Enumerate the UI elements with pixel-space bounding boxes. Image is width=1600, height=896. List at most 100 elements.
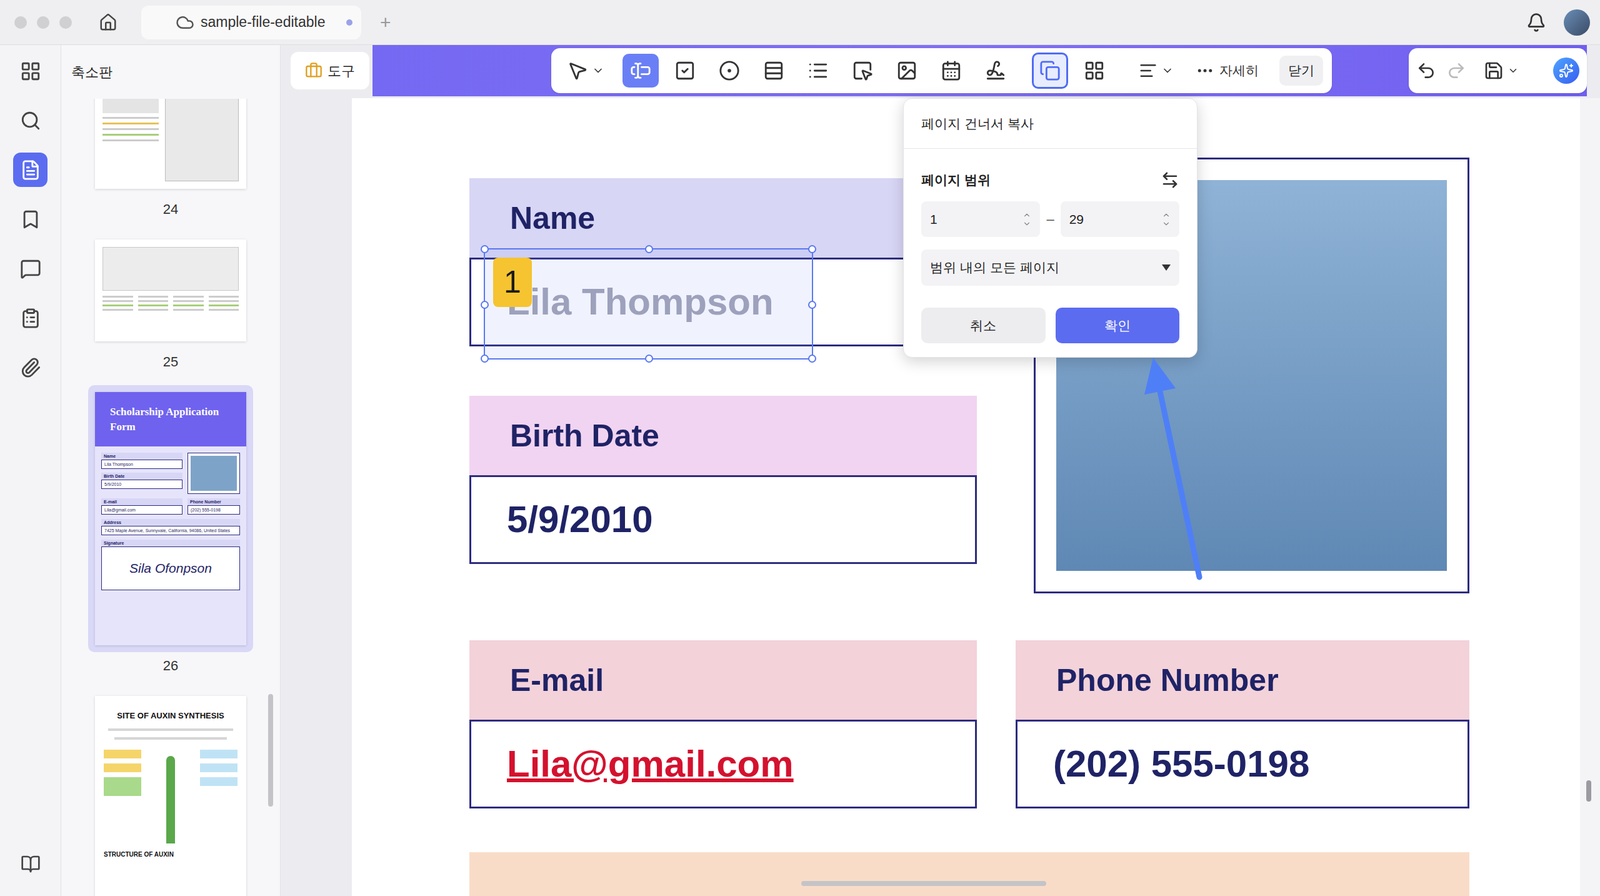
range-swap-icon[interactable] xyxy=(1160,170,1180,190)
image-icon xyxy=(896,60,918,82)
field-tool-button[interactable] xyxy=(711,53,748,88)
bell-icon[interactable] xyxy=(1526,12,1547,33)
resize-handle[interactable] xyxy=(645,354,654,363)
selection-box[interactable]: 1 xyxy=(483,248,814,360)
button-icon xyxy=(851,60,874,82)
resize-handle[interactable] xyxy=(480,354,489,363)
toolbar-band: 자세히 닫기 xyxy=(372,45,1587,97)
comment-icon xyxy=(20,258,42,280)
thumbnail-item[interactable]: SITE OF AUXIN SYNTHESISSTRUCTURE OF AUXI… xyxy=(88,688,254,896)
confirm-button[interactable]: 확인 xyxy=(1055,307,1180,344)
ai-assistant-button[interactable] xyxy=(1553,57,1580,84)
page-action-button[interactable] xyxy=(1076,52,1113,89)
thumb-photo xyxy=(187,452,240,494)
thumb-field: Phone Number(202) 555-0198 xyxy=(187,498,240,515)
text-field-icon xyxy=(630,60,652,82)
page-thumbnail[interactable]: SITE OF AUXIN SYNTHESISSTRUCTURE OF AUXI… xyxy=(95,695,247,896)
increment-icon[interactable] xyxy=(1022,210,1032,220)
vertical-scrollbar[interactable] xyxy=(1586,780,1592,802)
rail-button[interactable] xyxy=(13,300,48,335)
field-tool-button[interactable] xyxy=(622,53,659,88)
popup-title: 페이지 건너서 복사 xyxy=(921,113,1034,134)
field-tool-button[interactable] xyxy=(755,53,792,88)
cloud-icon xyxy=(175,13,195,32)
thumbnail-item[interactable]: 24 xyxy=(88,98,254,218)
field-input[interactable]: Lila@gmail.com xyxy=(469,719,977,809)
rail-button[interactable] xyxy=(13,201,48,237)
rail-button[interactable] xyxy=(13,103,48,138)
form-field: E-mail Lila@gmail.com xyxy=(469,640,977,809)
form-field: Phone Number(202) 555-0198 xyxy=(1015,640,1470,809)
save-button[interactable] xyxy=(1483,60,1519,81)
resize-handle[interactable] xyxy=(808,354,817,363)
title-bar: sample-file-editable + xyxy=(0,0,1600,45)
range-separator: – xyxy=(1046,208,1054,230)
field-tool-button[interactable] xyxy=(977,53,1014,88)
range-to-input[interactable]: 29 xyxy=(1060,201,1180,237)
field-input[interactable]: (202) 555-0198 xyxy=(1015,719,1470,809)
minimize-button[interactable] xyxy=(36,16,50,29)
zoom-button[interactable] xyxy=(59,16,72,29)
tab-title: sample-file-editable xyxy=(200,11,325,34)
redo-icon[interactable] xyxy=(1446,60,1467,81)
rail-button[interactable] xyxy=(13,846,48,881)
pages-icon xyxy=(20,159,42,181)
document-tab[interactable]: sample-file-editable xyxy=(141,5,362,40)
date-icon xyxy=(940,60,962,82)
bookmark-icon xyxy=(20,208,42,230)
rail-button[interactable] xyxy=(13,152,48,187)
chevron-down-icon xyxy=(1507,65,1519,77)
field-input[interactable]: 5/9/2010 xyxy=(469,475,977,564)
resize-handle[interactable] xyxy=(480,300,489,309)
radio-icon xyxy=(718,60,740,82)
cancel-button[interactable]: 취소 xyxy=(921,307,1046,344)
annotation-arrow xyxy=(0,0,1600,896)
field-tool-button[interactable] xyxy=(888,53,925,88)
signature-icon xyxy=(985,60,1007,82)
page-action-button[interactable] xyxy=(1031,52,1069,89)
decrement-icon[interactable] xyxy=(1022,219,1032,229)
dropdown-arrow-icon xyxy=(1161,264,1171,271)
select-tool[interactable] xyxy=(557,53,614,88)
decrement-icon[interactable] xyxy=(1161,219,1171,229)
field-tool-button[interactable] xyxy=(666,53,704,88)
tools-button[interactable]: 도구 xyxy=(290,51,370,90)
panel-scrollbar[interactable] xyxy=(268,693,274,807)
resize-handle[interactable] xyxy=(645,245,654,254)
page-thumbnail[interactable] xyxy=(95,98,247,189)
thumb-header: Scholarship Application Form xyxy=(95,391,247,447)
close-button[interactable] xyxy=(14,16,27,29)
thumbnail-item[interactable]: 25 xyxy=(88,232,254,370)
more-button[interactable]: 자세히 xyxy=(1195,60,1259,81)
range-from-input[interactable]: 1 xyxy=(921,201,1040,237)
page-number: 26 xyxy=(163,657,179,674)
field-tool-button[interactable] xyxy=(933,53,970,88)
undo-icon[interactable] xyxy=(1416,60,1437,81)
page-thumbnail[interactable] xyxy=(95,239,247,342)
rail-button[interactable] xyxy=(13,53,48,89)
new-tab-button[interactable]: + xyxy=(380,8,392,37)
rail-button[interactable] xyxy=(13,350,48,385)
thumbnail-item[interactable]: Scholarship Application FormNameLila Tho… xyxy=(88,385,254,674)
page-thumbnail[interactable]: Scholarship Application FormNameLila Tho… xyxy=(95,391,247,645)
close-toolbar-button[interactable]: 닫기 xyxy=(1279,55,1324,86)
field-input[interactable]: Lila Thompson1 xyxy=(469,257,977,347)
align-tool[interactable] xyxy=(1134,53,1179,88)
rail-button[interactable] xyxy=(13,251,48,286)
align-icon xyxy=(1138,61,1158,80)
field-header: Name xyxy=(469,178,977,258)
resize-handle[interactable] xyxy=(480,245,489,254)
home-icon[interactable] xyxy=(98,13,118,32)
form-toolbar: 자세히 닫기 xyxy=(551,48,1332,94)
resize-handle[interactable] xyxy=(808,245,817,254)
user-avatar[interactable] xyxy=(1563,9,1590,36)
field-tool-button[interactable] xyxy=(800,53,837,88)
field-label: E-mail xyxy=(510,661,604,699)
ellipsis-icon xyxy=(1195,61,1215,80)
increment-icon[interactable] xyxy=(1161,210,1171,220)
scope-select[interactable]: 범위 내의 모든 페이지 xyxy=(921,249,1180,286)
resize-handle[interactable] xyxy=(808,300,817,309)
field-tool-button[interactable] xyxy=(844,53,881,88)
horizontal-scrollbar[interactable] xyxy=(801,880,1047,886)
thumbnail-panel: 축소판2425Scholarship Application FormNameL… xyxy=(61,45,281,896)
